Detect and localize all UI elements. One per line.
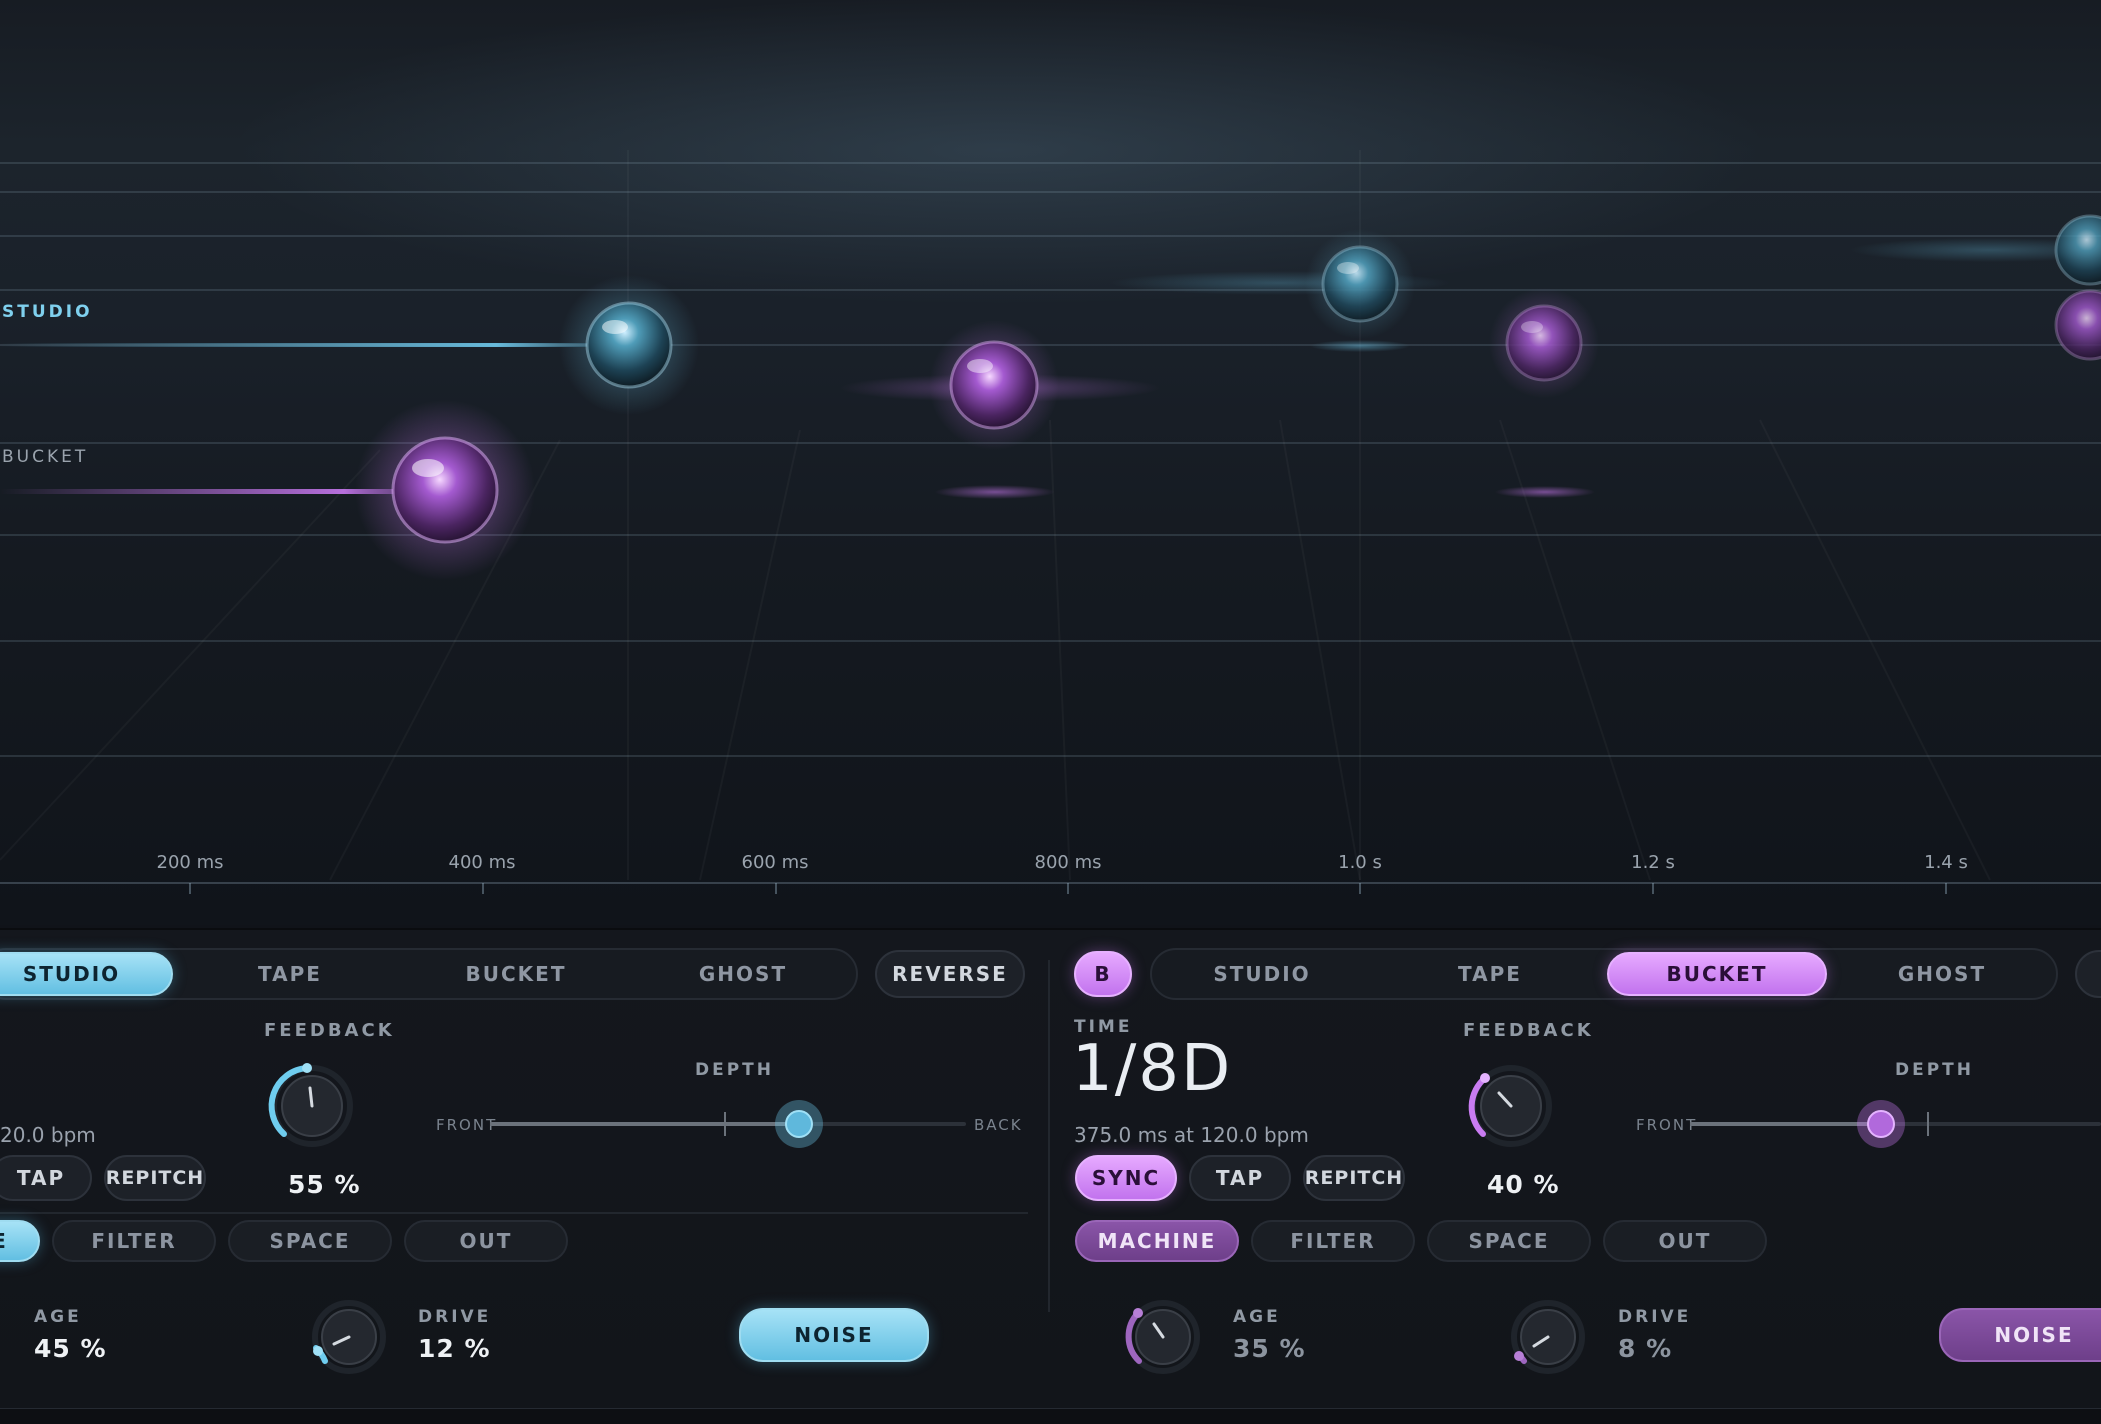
knob-dial-icon bbox=[1125, 1300, 1200, 1374]
time-tick: 200 ms bbox=[156, 852, 224, 873]
fx-tab-out-a[interactable]: OUT bbox=[404, 1220, 568, 1262]
time-tick: 800 ms bbox=[1034, 852, 1102, 873]
feedback-value-b: 40 % bbox=[1487, 1170, 1560, 1199]
bpm-readout-a: 20.0 bpm bbox=[0, 1123, 96, 1147]
sync-button-b[interactable]: SYNC bbox=[1075, 1155, 1177, 1201]
age-label-a: AGE bbox=[34, 1307, 82, 1327]
fx-tab-filter-a[interactable]: FILTER bbox=[52, 1220, 216, 1262]
knob-dial-icon bbox=[312, 1300, 386, 1374]
delay-visualizer: STUDIO BUCKET 200 ms 400 ms 600 ms 800 m… bbox=[0, 0, 2101, 925]
feedback-label-b: FEEDBACK bbox=[1463, 1020, 1594, 1041]
mode-tape-b[interactable]: TAPE bbox=[1390, 962, 1590, 986]
depth-front-label-a: FRONT bbox=[436, 1116, 498, 1134]
age-label-b: AGE bbox=[1233, 1307, 1281, 1327]
age-knob-b[interactable] bbox=[1120, 1296, 1206, 1382]
mode-tape-a[interactable]: TAPE bbox=[190, 962, 390, 986]
time-tick: 400 ms bbox=[448, 852, 516, 873]
knob-dial-icon bbox=[1511, 1300, 1585, 1374]
repitch-button-a[interactable]: REPITCH bbox=[104, 1155, 206, 1201]
fx-tab-space-a[interactable]: SPACE bbox=[228, 1220, 392, 1262]
mode-ghost-b[interactable]: GHOST bbox=[1842, 962, 2042, 986]
depth-label-b: DEPTH bbox=[1895, 1060, 1975, 1080]
feedback-knob-b[interactable] bbox=[1463, 1060, 1559, 1156]
bottom-bar bbox=[0, 1408, 2101, 1424]
depth-front-label-b: FRONT bbox=[1636, 1116, 1698, 1134]
control-panel: STUDIO TAPE BUCKET GHOST REVERSE 20.0 bp… bbox=[0, 928, 2101, 1410]
mode-bucket-b[interactable]: BUCKET bbox=[1607, 952, 1827, 996]
mode-bucket-a[interactable]: BUCKET bbox=[416, 962, 616, 986]
mode-studio-a[interactable]: STUDIO bbox=[0, 952, 173, 996]
drive-value-b: 8 % bbox=[1618, 1334, 1673, 1363]
lane-label-studio: STUDIO bbox=[2, 302, 93, 322]
fx-tab-machine-b[interactable]: MACHINE bbox=[1075, 1220, 1239, 1262]
knob-dial-icon bbox=[268, 1063, 353, 1147]
feedback-knob-a[interactable] bbox=[264, 1060, 360, 1156]
feedback-value-a: 55 % bbox=[288, 1170, 361, 1199]
drive-label-a: DRIVE bbox=[418, 1307, 492, 1327]
delay-tap-orbs bbox=[355, 214, 2101, 580]
tap-button-a[interactable]: TAP bbox=[0, 1155, 92, 1201]
depth-slider-thumb-a[interactable] bbox=[775, 1100, 823, 1148]
channel-b-badge[interactable]: B bbox=[1074, 951, 1132, 997]
time-value-b[interactable]: 1/8D bbox=[1072, 1032, 1232, 1106]
depth-label-a: DEPTH bbox=[695, 1060, 775, 1080]
time-tick: 1.4 s bbox=[1924, 852, 1968, 873]
lane-label-bucket: BUCKET bbox=[2, 447, 89, 467]
drive-value-a: 12 % bbox=[418, 1334, 491, 1363]
time-tick: 600 ms bbox=[741, 852, 809, 873]
fx-tab-e-a[interactable]: E bbox=[0, 1220, 40, 1262]
age-value-b: 35 % bbox=[1233, 1334, 1306, 1363]
drive-knob-b[interactable] bbox=[1505, 1296, 1591, 1382]
age-value-a: 45 % bbox=[34, 1334, 107, 1363]
fx-tab-space-b[interactable]: SPACE bbox=[1427, 1220, 1591, 1262]
time-tick: 1.0 s bbox=[1338, 852, 1382, 873]
channel-divider bbox=[1048, 960, 1050, 1312]
drive-label-b: DRIVE bbox=[1618, 1307, 1692, 1327]
time-detail-b: 375.0 ms at 120.0 bpm bbox=[1074, 1123, 1309, 1147]
depth-back-label-a: BACK bbox=[974, 1116, 1023, 1134]
drive-knob-a[interactable] bbox=[306, 1296, 392, 1382]
knob-dial-icon bbox=[1468, 1065, 1552, 1147]
reverse-button-a[interactable]: REVERSE bbox=[875, 950, 1025, 998]
visualizer-grid bbox=[0, 162, 2101, 894]
mode-ghost-a[interactable]: GHOST bbox=[643, 962, 843, 986]
reverse-button-b[interactable] bbox=[2075, 950, 2101, 998]
depth-slider-thumb-b[interactable] bbox=[1857, 1100, 1905, 1148]
fx-tab-filter-b[interactable]: FILTER bbox=[1251, 1220, 1415, 1262]
mode-studio-b[interactable]: STUDIO bbox=[1162, 962, 1362, 986]
time-tick: 1.2 s bbox=[1631, 852, 1675, 873]
repitch-button-b[interactable]: REPITCH bbox=[1303, 1155, 1405, 1201]
fx-tab-out-b[interactable]: OUT bbox=[1603, 1220, 1767, 1262]
feedback-label-a: FEEDBACK bbox=[264, 1020, 395, 1041]
tap-button-b[interactable]: TAP bbox=[1189, 1155, 1291, 1201]
noise-button-b[interactable]: NOISE bbox=[1939, 1308, 2101, 1362]
noise-button-a[interactable]: NOISE bbox=[739, 1308, 929, 1362]
depth-slider-track-a[interactable] bbox=[490, 1122, 966, 1126]
